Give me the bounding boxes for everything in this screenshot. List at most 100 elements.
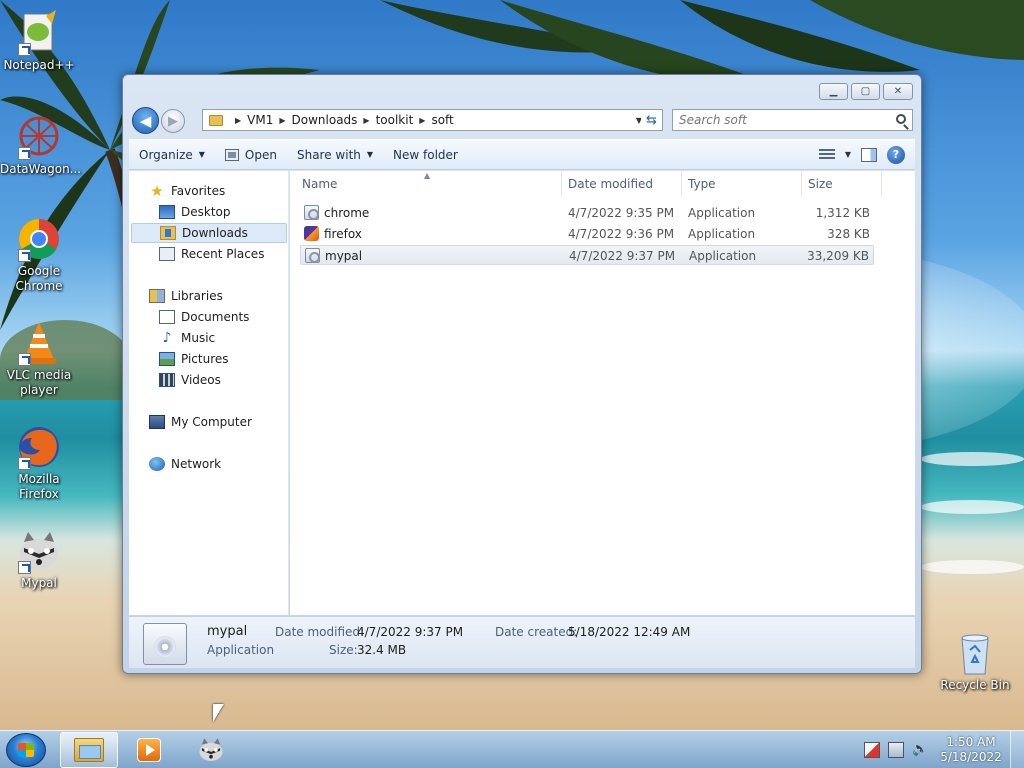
details-file-name: mypal [207, 624, 248, 639]
search-icon[interactable] [896, 114, 906, 124]
preview-pane-icon[interactable] [861, 147, 877, 162]
address-bar[interactable]: ▶ VM1 ▶ Downloads ▶ toolkit ▶ soft ▼ [202, 109, 647, 131]
desktop-icon-label: Google Chrome [15, 264, 63, 293]
close-button[interactable]: ✕ [883, 83, 913, 100]
new-folder-label: New folder [393, 147, 458, 162]
datawagon-icon [16, 114, 62, 160]
details-date-modified-label: Date modified: [275, 625, 365, 639]
desktop-icon-vlc[interactable]: VLC media player [0, 320, 78, 398]
wave [920, 500, 1024, 514]
file-date: 4/7/2022 9:37 PM [569, 249, 676, 263]
desktop-icon-google-chrome[interactable]: Google Chrome [0, 216, 78, 294]
breadcrumb-chevron-icon[interactable]: ▶ [363, 116, 369, 125]
action-center-flag-icon[interactable] [864, 742, 880, 758]
breadcrumb-soft[interactable]: soft [431, 113, 453, 127]
taskbar-mypal[interactable] [182, 732, 240, 768]
explorer-window[interactable]: ▁ ▢ ✕ ◀ ▶ ▶ VM1 ▶ Downloads ▶ toolkit ▶ … [122, 74, 922, 674]
file-type: Application [688, 206, 756, 220]
nav-my-computer[interactable]: My Computer [149, 412, 252, 432]
nav-videos[interactable]: Videos [159, 370, 221, 390]
chrome-icon [16, 216, 62, 262]
volume-icon[interactable]: 🔈 [912, 742, 928, 758]
search-box[interactable] [672, 109, 913, 131]
notepadpp-icon [16, 10, 62, 56]
open-button[interactable]: Open [215, 143, 287, 167]
column-label: Type [688, 177, 716, 191]
breadcrumb-chevron-icon[interactable]: ▶ [279, 116, 285, 125]
taskbar-media-player[interactable] [120, 732, 178, 768]
shortcut-arrow-icon [18, 249, 31, 262]
nav-recent-places[interactable]: Recent Places [159, 244, 264, 264]
computer-icon [149, 415, 165, 429]
share-with-label: Share with [296, 147, 361, 162]
vlc-icon [16, 320, 62, 366]
nav-libraries[interactable]: Libraries [149, 286, 223, 306]
nav-documents[interactable]: Documents [159, 307, 249, 327]
show-desktop-button[interactable] [1010, 731, 1024, 768]
details-pane: mypal Application Date modified: 4/7/202… [129, 616, 915, 668]
desktop-icon-notepadpp[interactable]: Notepad++ [0, 10, 78, 73]
column-header-type[interactable]: Type [682, 171, 802, 197]
forward-button[interactable]: ▶ [161, 109, 185, 133]
share-with-button[interactable]: Share with ▼ [287, 143, 383, 167]
application-large-icon [143, 623, 187, 665]
taskbar-explorer[interactable] [60, 732, 118, 768]
column-header-date-modified[interactable]: Date modified [562, 171, 682, 197]
help-icon[interactable]: ? [887, 145, 905, 164]
search-input[interactable] [679, 111, 889, 129]
file-name: chrome [324, 206, 370, 220]
clock[interactable]: 1:50 AM 5/18/2022 [936, 735, 1006, 765]
back-button[interactable]: ◀ [132, 107, 159, 134]
details-date-created: 5/18/2022 12:49 AM [568, 625, 691, 639]
new-folder-button[interactable]: New folder [383, 143, 468, 167]
breadcrumb-downloads[interactable]: Downloads [292, 113, 358, 127]
desktop-icon-datawagon[interactable]: DataWagon... [0, 114, 81, 177]
minimize-button[interactable]: ▁ [819, 83, 848, 100]
nav-label: Desktop [181, 205, 231, 219]
shortcut-arrow-icon [18, 147, 31, 160]
nav-desktop[interactable]: Desktop [159, 202, 231, 222]
media-player-icon [137, 738, 161, 762]
desktop-icon-recycle-bin[interactable]: Recycle Bin [936, 630, 1014, 693]
breadcrumb-chevron-icon[interactable]: ▶ [419, 116, 425, 125]
nav-network[interactable]: Network [149, 454, 221, 474]
breadcrumb-vm1[interactable]: VM1 [247, 113, 273, 127]
maximize-button[interactable]: ▢ [851, 83, 880, 100]
breadcrumb-chevron-icon: ▶ [235, 115, 242, 125]
file-list[interactable]: Name ▲ Date modified Type Size chrome 4/… [290, 171, 915, 615]
view-dropdown-icon[interactable]: ▼ [845, 150, 851, 159]
nav-pictures[interactable]: Pictures [159, 349, 229, 369]
recent-places-icon [159, 247, 175, 261]
desktop-icon-mypal[interactable]: Mypal [0, 528, 78, 591]
command-bar-right: ▼ ? [818, 145, 915, 164]
nav-label: Videos [181, 373, 221, 387]
wave [920, 560, 1024, 574]
shortcut-arrow-icon [18, 561, 31, 574]
documents-icon [159, 310, 175, 324]
nav-label: Network [171, 457, 222, 471]
nav-downloads[interactable]: Downloads [131, 223, 287, 243]
file-row-firefox[interactable]: firefox 4/7/2022 9:36 PM Application 328… [300, 224, 874, 244]
breadcrumb-toolkit[interactable]: toolkit [376, 113, 414, 127]
start-button[interactable] [6, 733, 46, 767]
application-icon [304, 205, 319, 220]
change-view-icon[interactable] [818, 148, 835, 161]
wave [920, 452, 1024, 466]
desktop-icon-mozilla-firefox[interactable]: Mozilla Firefox [0, 424, 78, 502]
libraries-icon [149, 289, 165, 303]
desktop-icon-label: Notepad++ [3, 58, 75, 72]
details-date-modified: 4/7/2022 9:37 PM [357, 625, 464, 639]
navigation-bar: ◀ ▶ ▶ VM1 ▶ Downloads ▶ toolkit ▶ soft ▼… [131, 107, 915, 134]
file-size: 33,209 KB [807, 249, 869, 263]
file-row-mypal[interactable]: mypal 4/7/2022 9:37 PM Application 33,20… [300, 245, 874, 265]
file-row-chrome[interactable]: chrome 4/7/2022 9:35 PM Application 1,31… [300, 203, 874, 223]
network-tray-icon[interactable] [888, 742, 904, 758]
details-file-type: Application [207, 643, 275, 657]
nav-favorites[interactable]: ★ Favorites [149, 181, 225, 201]
refresh-button[interactable]: ⇆ [641, 109, 663, 131]
organize-button[interactable]: Organize ▼ [129, 143, 215, 167]
details-size-label: Size: [329, 643, 358, 657]
column-header-size[interactable]: Size [802, 171, 882, 197]
file-name: mypal [325, 249, 363, 263]
nav-music[interactable]: ♪ Music [159, 328, 216, 348]
